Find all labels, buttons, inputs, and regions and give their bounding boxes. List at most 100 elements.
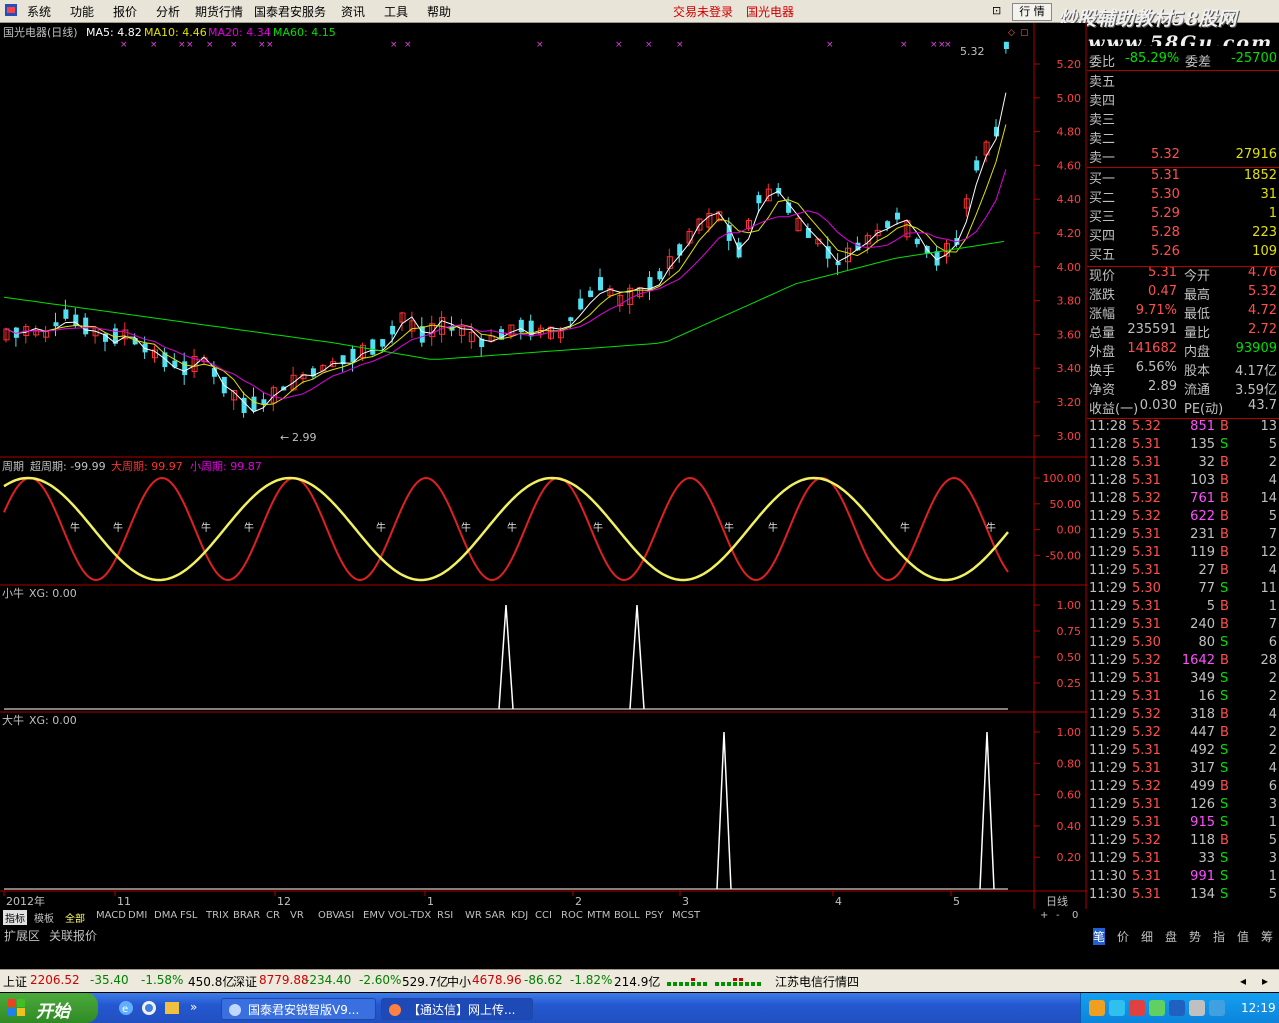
quicklaunch-icon-2[interactable] xyxy=(141,1000,157,1020)
indicator-tab[interactable]: OBV xyxy=(318,910,339,921)
tick-row[interactable]: 11:29 5.32 118 B 5 xyxy=(1087,833,1279,851)
tick-row[interactable]: 11:30 5.31 134 S 5 xyxy=(1087,887,1279,905)
stat-row[interactable]: 涨跌 0.47 最高 5.32 xyxy=(1087,284,1279,303)
event-marker[interactable]: × xyxy=(676,40,684,50)
taskbar-app-1[interactable]: 国泰君安锐智版V9... xyxy=(221,998,376,1020)
tick-row[interactable]: 11:29 5.32 447 B 2 xyxy=(1087,725,1279,743)
indicator-tab[interactable]: 指标 xyxy=(3,910,27,925)
indicator-tab[interactable]: VR xyxy=(290,910,304,921)
indicator-tab[interactable]: EMV xyxy=(363,910,385,921)
stat-row[interactable]: 收益(一) 0.030 PE(动) 43.7 xyxy=(1087,398,1279,417)
tick-row[interactable]: 11:29 5.31 915 S 1 xyxy=(1087,815,1279,833)
tab-control-button[interactable]: - xyxy=(1056,910,1060,921)
chart-max-icon[interactable]: ▢ xyxy=(1020,28,1029,38)
quicklaunch-icon-3[interactable] xyxy=(164,1000,180,1020)
tray-icon-6[interactable] xyxy=(1189,1000,1205,1016)
event-marker[interactable]: × xyxy=(645,40,653,50)
indicator-tab[interactable]: RSI xyxy=(437,910,453,921)
indicator-tab[interactable]: MCST xyxy=(672,910,700,921)
indicator-tab[interactable]: SAR xyxy=(485,910,505,921)
sell-row[interactable]: 卖五 xyxy=(1087,71,1279,90)
event-marker[interactable]: × xyxy=(404,40,412,50)
event-marker[interactable]: × xyxy=(150,40,158,50)
indicator-tab[interactable]: MACD xyxy=(96,910,126,921)
indicator-tab[interactable]: KDJ xyxy=(511,910,528,921)
event-marker[interactable]: × xyxy=(826,40,834,50)
sell-row[interactable]: 卖四 xyxy=(1087,90,1279,109)
tick-row[interactable]: 11:29 5.31 317 S 4 xyxy=(1087,761,1279,779)
tick-row[interactable]: 11:29 5.31 27 B 4 xyxy=(1087,563,1279,581)
indicator-tab[interactable]: VOL-TDX xyxy=(388,910,431,921)
stat-row[interactable]: 净资 2.89 流通 3.59亿 xyxy=(1087,379,1279,398)
tick-row[interactable]: 11:29 5.31 231 B 7 xyxy=(1087,527,1279,545)
status-scroll-right-icon[interactable]: ▸ xyxy=(1262,974,1268,988)
indicator-tab[interactable]: 全部 xyxy=(65,910,85,925)
indicator-tab[interactable]: DMA xyxy=(154,910,177,921)
menu-news[interactable]: 资讯 xyxy=(341,3,365,20)
quote-tab[interactable]: 指 xyxy=(1213,928,1225,945)
event-marker[interactable]: × xyxy=(900,40,908,50)
quote-mode-button[interactable]: 行 情 xyxy=(1012,3,1052,21)
stat-row[interactable]: 换手 6.56% 股本 4.17亿 xyxy=(1087,360,1279,379)
sh-label[interactable]: 上证 xyxy=(3,973,27,990)
tray-icon-3[interactable] xyxy=(1129,1000,1145,1016)
sell-row[interactable]: 卖一 5.32 27916 xyxy=(1087,147,1279,166)
event-marker[interactable]: × xyxy=(390,40,398,50)
tick-row[interactable]: 11:29 5.31 119 B 12 xyxy=(1087,545,1279,563)
tick-row[interactable]: 11:29 5.32 622 B 5 xyxy=(1087,509,1279,527)
indicator-tab[interactable]: ROC xyxy=(561,910,583,921)
tick-row[interactable]: 11:29 5.31 16 S 2 xyxy=(1087,689,1279,707)
event-marker[interactable]: × xyxy=(230,40,238,50)
event-marker[interactable]: × xyxy=(930,40,938,50)
menu-help[interactable]: 帮助 xyxy=(427,3,451,20)
weibi-row[interactable]: 委比 -85.29% 委差 -25700 xyxy=(1087,51,1279,70)
event-marker[interactable]: × xyxy=(536,40,544,50)
indicator-tab[interactable]: PSY xyxy=(645,910,664,921)
tick-row[interactable]: 11:29 5.30 77 S 11 xyxy=(1087,581,1279,599)
buy-row[interactable]: 买五 5.26 109 xyxy=(1087,244,1279,263)
indicator-tab[interactable]: CR xyxy=(266,910,280,921)
stat-row[interactable]: 现价 5.31 今开 4.76 xyxy=(1087,265,1279,284)
tick-row[interactable]: 11:29 5.32 499 B 6 xyxy=(1087,779,1279,797)
tick-row[interactable]: 11:29 5.31 240 B 7 xyxy=(1087,617,1279,635)
period-label[interactable]: 日线 xyxy=(1046,894,1068,908)
event-marker[interactable]: × xyxy=(178,40,186,50)
indicator-tab[interactable]: BRAR xyxy=(233,910,260,921)
window-icon[interactable]: ⊡ xyxy=(992,4,1001,17)
menu-analysis[interactable]: 分析 xyxy=(156,3,180,20)
indicator-tab[interactable]: FSL xyxy=(180,910,198,921)
event-marker[interactable]: × xyxy=(186,40,194,50)
tick-row[interactable]: 11:28 5.31 32 B 2 xyxy=(1087,455,1279,473)
kline-chart[interactable]: 5.20 5.00 4.80 4.60 4.40 4.20 4.00 3.80 3.60 3.40… xyxy=(0,23,1087,909)
zx-label[interactable]: 中小 xyxy=(447,973,471,990)
sz-label[interactable]: 深证 xyxy=(233,973,257,990)
status-scroll-icon[interactable]: ◂ xyxy=(1240,974,1246,988)
tick-row[interactable]: 11:28 5.32 851 B 13 xyxy=(1087,419,1279,437)
stat-row[interactable]: 总量 235591 量比 2.72 xyxy=(1087,322,1279,341)
event-marker[interactable]: × xyxy=(266,40,274,50)
tick-row[interactable]: 11:29 5.31 5 B 1 xyxy=(1087,599,1279,617)
menu-system[interactable]: 系统 xyxy=(27,3,51,20)
event-marker[interactable]: × xyxy=(944,40,952,50)
sell-row[interactable]: 卖三 xyxy=(1087,109,1279,128)
tick-row[interactable]: 11:29 5.32 318 B 4 xyxy=(1087,707,1279,725)
indicator-tab[interactable]: ASI xyxy=(338,910,354,921)
indicator-tab[interactable]: MTM xyxy=(587,910,610,921)
sell-row[interactable]: 卖二 xyxy=(1087,128,1279,147)
tick-row[interactable]: 11:29 5.31 349 S 2 xyxy=(1087,671,1279,689)
indicator-tab[interactable]: BOLL xyxy=(614,910,640,921)
stat-row[interactable]: 涨幅 9.71% 最低 4.72 xyxy=(1087,303,1279,322)
menu-quote[interactable]: 报价 xyxy=(113,3,137,20)
tray-icon-7[interactable] xyxy=(1209,1000,1225,1016)
stat-row[interactable]: 外盘 141682 内盘 93909 xyxy=(1087,341,1279,360)
buy-row[interactable]: 买一 5.31 1852 xyxy=(1087,168,1279,187)
quote-tab[interactable]: 笔 xyxy=(1093,928,1106,945)
server-label[interactable]: 江苏电信行情四 xyxy=(775,973,859,990)
tick-row[interactable]: 11:29 5.31 492 S 2 xyxy=(1087,743,1279,761)
quote-tab[interactable]: 价 xyxy=(1117,928,1129,945)
ext-area-tab[interactable]: 扩展区 xyxy=(4,927,40,944)
tray-icon-2[interactable] xyxy=(1109,1000,1125,1016)
indicator-tab[interactable]: WR xyxy=(465,910,482,921)
tick-row[interactable]: 11:28 5.31 135 S 5 xyxy=(1087,437,1279,455)
indicator-tab[interactable]: DMI xyxy=(128,910,147,921)
